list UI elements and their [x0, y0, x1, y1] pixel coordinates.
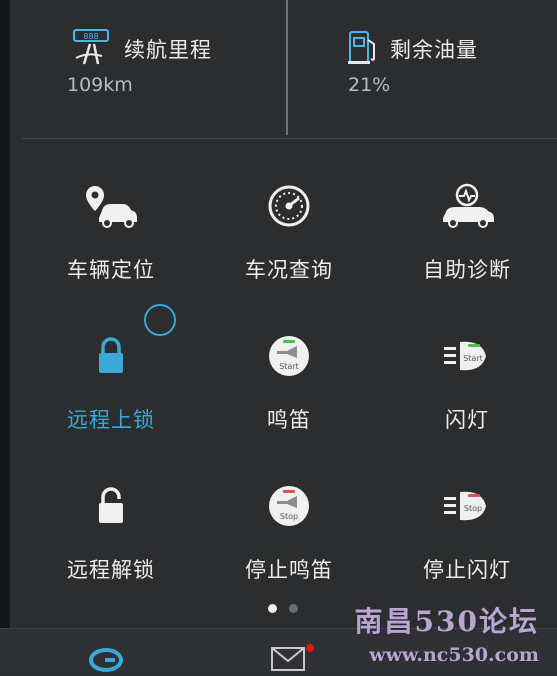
remote-unlock-button[interactable]: 远程解锁 [22, 450, 200, 600]
remote-lock-label: 远程上锁 [67, 408, 155, 432]
vehicle-status-button[interactable]: 车况查询 [200, 150, 378, 300]
lock-icon [83, 328, 139, 384]
left-edge [0, 0, 10, 672]
stat-divider [286, 0, 288, 135]
fuel-value: 21% [348, 74, 391, 96]
gauge-icon [261, 178, 317, 234]
vehicle-location-label: 车辆定位 [67, 258, 155, 282]
fuel-title: 剩余油量 [390, 38, 478, 62]
page-indicator[interactable] [268, 604, 298, 613]
fuel-pump-icon [346, 28, 380, 70]
car-location-icon [83, 178, 139, 234]
svg-text:Stop: Stop [464, 504, 482, 513]
range-stat-header: 888 续航里程 [70, 28, 212, 70]
svg-text:Stop: Stop [280, 512, 298, 521]
watermark-url: www.nc530.com [369, 644, 539, 666]
fuel-stat-header: 剩余油量 [346, 28, 478, 70]
forum-watermark: 南昌530论坛 www.nc530.com [355, 600, 539, 666]
light-stop-icon: Stop [439, 478, 495, 534]
page-dot-2[interactable] [289, 604, 298, 613]
stop-horn-button[interactable]: Stop 停止鸣笛 [200, 450, 378, 600]
loading-spinner [144, 304, 176, 336]
self-diagnosis-button[interactable]: 自助诊断 [378, 150, 556, 300]
road-icon: 888 [70, 28, 114, 70]
stop-horn-label: 停止鸣笛 [245, 558, 333, 582]
light-start-icon: Start [439, 328, 495, 384]
horn-start-icon: Start [261, 328, 317, 384]
horn-stop-icon: Stop [261, 478, 317, 534]
vehicle-location-button[interactable]: 车辆定位 [22, 150, 200, 300]
flash-lights-label: 闪灯 [445, 408, 489, 432]
stop-flash-lights-button[interactable]: Stop 停止闪灯 [378, 450, 556, 600]
notification-badge [306, 644, 314, 652]
horn-button[interactable]: Start 鸣笛 [200, 300, 378, 450]
watermark-title: 南昌530论坛 [354, 605, 539, 638]
mail-icon[interactable] [270, 644, 314, 676]
unlock-icon [83, 478, 139, 534]
range-title: 续航里程 [124, 38, 212, 62]
stop-flash-lights-label: 停止闪灯 [423, 558, 511, 582]
fuel-stat[interactable]: 剩余油量 21% [290, 0, 555, 135]
brand-logo-icon[interactable] [88, 644, 124, 676]
horn-label: 鸣笛 [267, 408, 311, 432]
section-divider [22, 138, 557, 139]
self-diagnosis-label: 自助诊断 [423, 258, 511, 282]
function-grid: 车辆定位 车况查询 自助诊断 远程上锁 Start 鸣笛 Start 闪灯 远程… [22, 150, 557, 590]
range-stat[interactable]: 888 续航里程 109km [12, 0, 285, 135]
range-value: 109km [67, 74, 133, 96]
svg-text:Start: Start [279, 362, 299, 371]
flash-lights-button[interactable]: Start 闪灯 [378, 300, 556, 450]
page-dot-1[interactable] [268, 604, 277, 613]
remote-unlock-label: 远程解锁 [67, 558, 155, 582]
svg-text:Start: Start [463, 354, 483, 363]
vehicle-status-label: 车况查询 [245, 258, 333, 282]
car-diagnosis-icon [439, 178, 495, 234]
svg-text:888: 888 [83, 32, 98, 41]
